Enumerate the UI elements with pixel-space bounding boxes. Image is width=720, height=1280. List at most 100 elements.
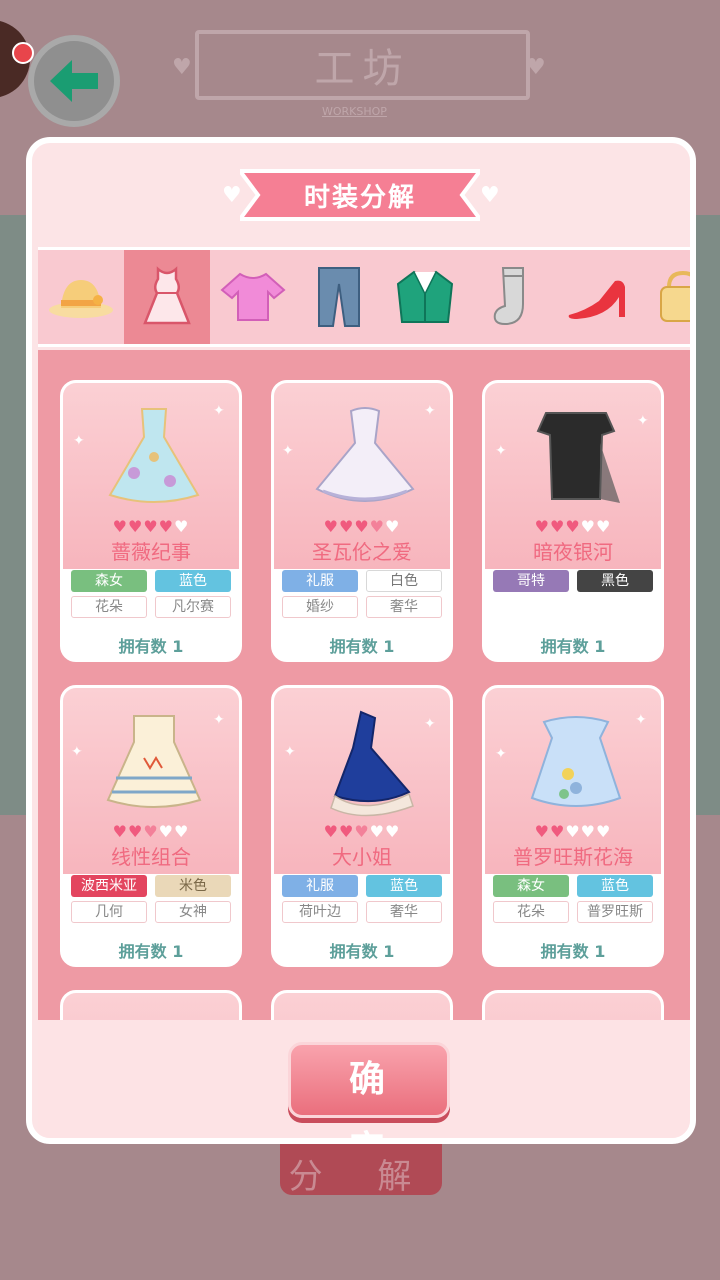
owned-count: 拥有数 1 [540, 637, 606, 656]
pants-icon [318, 267, 360, 327]
feature-tag: 几何 [71, 901, 147, 923]
tab-hat[interactable] [38, 250, 124, 344]
style-tag: 礼服 [282, 570, 358, 592]
sparkle-icon: ✦ [71, 744, 83, 760]
rating-hearts: ♥♥♥♥♥ [323, 822, 401, 841]
owned-count: 拥有数 1 [118, 637, 184, 656]
item-card[interactable]: ✦ ✦ ♥♥♥♥♥ 蔷薇纪事 森女 蓝色 花朵 凡尔赛 拥有数 1 [60, 380, 242, 662]
dress-icon [143, 266, 191, 325]
sparkle-icon: ✦ [73, 433, 85, 449]
item-preview [485, 993, 661, 1020]
sparkle-icon: ✦ [637, 413, 649, 429]
item-name: 蔷薇纪事 [111, 540, 191, 564]
owned-count: 拥有数 1 [540, 942, 606, 961]
back-button[interactable] [28, 35, 120, 127]
item-name: 线性组合 [111, 845, 191, 869]
sparkle-icon: ✦ [635, 712, 647, 728]
tab-coat[interactable] [382, 250, 468, 344]
dress-image [108, 408, 200, 503]
sparkle-icon: ✦ [495, 746, 507, 762]
feature-tag: 花朵 [71, 596, 147, 618]
confirm-button[interactable]: 确 定 [288, 1042, 450, 1138]
heart-icon: ♥ [172, 55, 192, 80]
style-tag: 哥特 [493, 570, 569, 592]
color-tag: 白色 [366, 570, 442, 592]
sock-icon [493, 267, 524, 326]
sparkle-icon: ✦ [284, 744, 296, 760]
item-card[interactable]: ✦ ✦ ♥♥♥♥♥ 大小姐 礼服 蓝色 荷叶边 奢华 拥有数 1 [271, 685, 453, 967]
tab-pants[interactable] [296, 250, 382, 344]
rating-hearts: ♥♥♥♥♥ [323, 517, 401, 536]
sparkle-icon: ✦ [424, 403, 436, 419]
sparkle-icon: ✦ [495, 443, 507, 459]
feature-tag: 奢华 [366, 901, 442, 923]
item-preview [63, 993, 239, 1020]
workshop-subtitle: WORKSHOP [322, 105, 387, 118]
item-preview [274, 993, 450, 1020]
item-name: 普罗旺斯花海 [513, 845, 633, 869]
heart-icon: ♥ [526, 55, 546, 80]
color-tag: 蓝色 [155, 570, 231, 592]
item-name: 圣瓦伦之爱 [312, 540, 412, 564]
tab-shoes[interactable] [554, 250, 640, 344]
arrow-left-icon [50, 60, 98, 102]
item-card[interactable]: ✦ ✦ ♥♥♥♥♥ 线性组合 波西米亚 米色 几何 女神 拥有数 1 [60, 685, 242, 967]
feature-tag: 婚纱 [282, 596, 358, 618]
item-card[interactable] [60, 990, 242, 1020]
color-tag: 蓝色 [366, 875, 442, 897]
shirt-icon [220, 272, 286, 321]
tab-socks[interactable] [468, 250, 554, 344]
title-ribbon: 时装分解 [240, 165, 480, 225]
rating-hearts: ♥♥♥♥♥ [112, 822, 190, 841]
workshop-title: 工坊 [195, 30, 530, 100]
tab-bag[interactable] [640, 250, 690, 344]
hat-icon [49, 280, 113, 318]
dress-image [536, 412, 620, 503]
item-grid: ✦ ✦ ♥♥♥♥♥ 蔷薇纪事 森女 蓝色 花朵 凡尔赛 拥有数 1 ✦ ✦ ♥♥ [38, 350, 690, 1020]
item-card[interactable]: ✦ ✦ ♥♥♥♥♥ 暗夜银河 哥特 黑色 拥有数 1 [482, 380, 664, 662]
coat-icon [396, 270, 454, 323]
item-card[interactable]: ✦ ✦ ♥♥♥♥♥ 普罗旺斯花海 森女 蓝色 花朵 普罗旺斯 拥有数 1 [482, 685, 664, 967]
item-card[interactable] [271, 990, 453, 1020]
rating-hearts: ♥♥♥♥♥ [112, 517, 190, 536]
item-card[interactable] [482, 990, 664, 1020]
owned-count: 拥有数 1 [329, 942, 395, 961]
color-tag: 米色 [155, 875, 231, 897]
style-tag: 森女 [71, 570, 147, 592]
heel-icon [568, 280, 625, 319]
style-tag: 波西米亚 [71, 875, 147, 897]
category-tabs [38, 247, 690, 347]
dress-image [530, 716, 622, 807]
rating-hearts: ♥♥♥♥♥ [534, 822, 612, 841]
color-tag: 黑色 [577, 570, 653, 592]
sparkle-icon: ✦ [424, 716, 436, 732]
feature-tag: 奢华 [366, 596, 442, 618]
color-tag: 蓝色 [577, 875, 653, 897]
dress-image [330, 710, 414, 817]
tab-top[interactable] [210, 250, 296, 344]
sparkle-icon: ✦ [213, 712, 225, 728]
tab-dress[interactable] [124, 250, 210, 344]
style-tag: 礼服 [282, 875, 358, 897]
dress-image [106, 715, 202, 808]
dialog-title: 时装分解 [303, 182, 416, 213]
heart-icon: ♥ [480, 183, 500, 208]
sparkle-icon: ✦ [282, 443, 294, 459]
dress-image [315, 407, 415, 502]
owned-count: 拥有数 1 [118, 942, 184, 961]
feature-tag: 凡尔赛 [155, 596, 231, 618]
dialog-footer: 确 定 [38, 1020, 690, 1138]
notification-dot [12, 42, 34, 64]
fashion-decompose-dialog: ♥ 时装分解 ♥ ✦ ✦ ♥♥♥♥♥ 蔷薇纪事 森女 蓝色 花朵 凡尔赛 拥有数… [26, 137, 696, 1144]
feature-tag: 荷叶边 [282, 901, 358, 923]
style-tag: 森女 [493, 875, 569, 897]
item-card[interactable]: ✦ ✦ ♥♥♥♥♥ 圣瓦伦之爱 礼服 白色 婚纱 奢华 拥有数 1 [271, 380, 453, 662]
feature-tag: 女神 [155, 901, 231, 923]
heart-icon: ♥ [222, 183, 242, 208]
feature-tag: 花朵 [493, 901, 569, 923]
feature-tag: 普罗旺斯 [577, 901, 653, 923]
item-name: 大小姐 [332, 845, 392, 869]
bag-icon [660, 270, 690, 322]
item-name: 暗夜银河 [533, 540, 613, 564]
owned-count: 拥有数 1 [329, 637, 395, 656]
